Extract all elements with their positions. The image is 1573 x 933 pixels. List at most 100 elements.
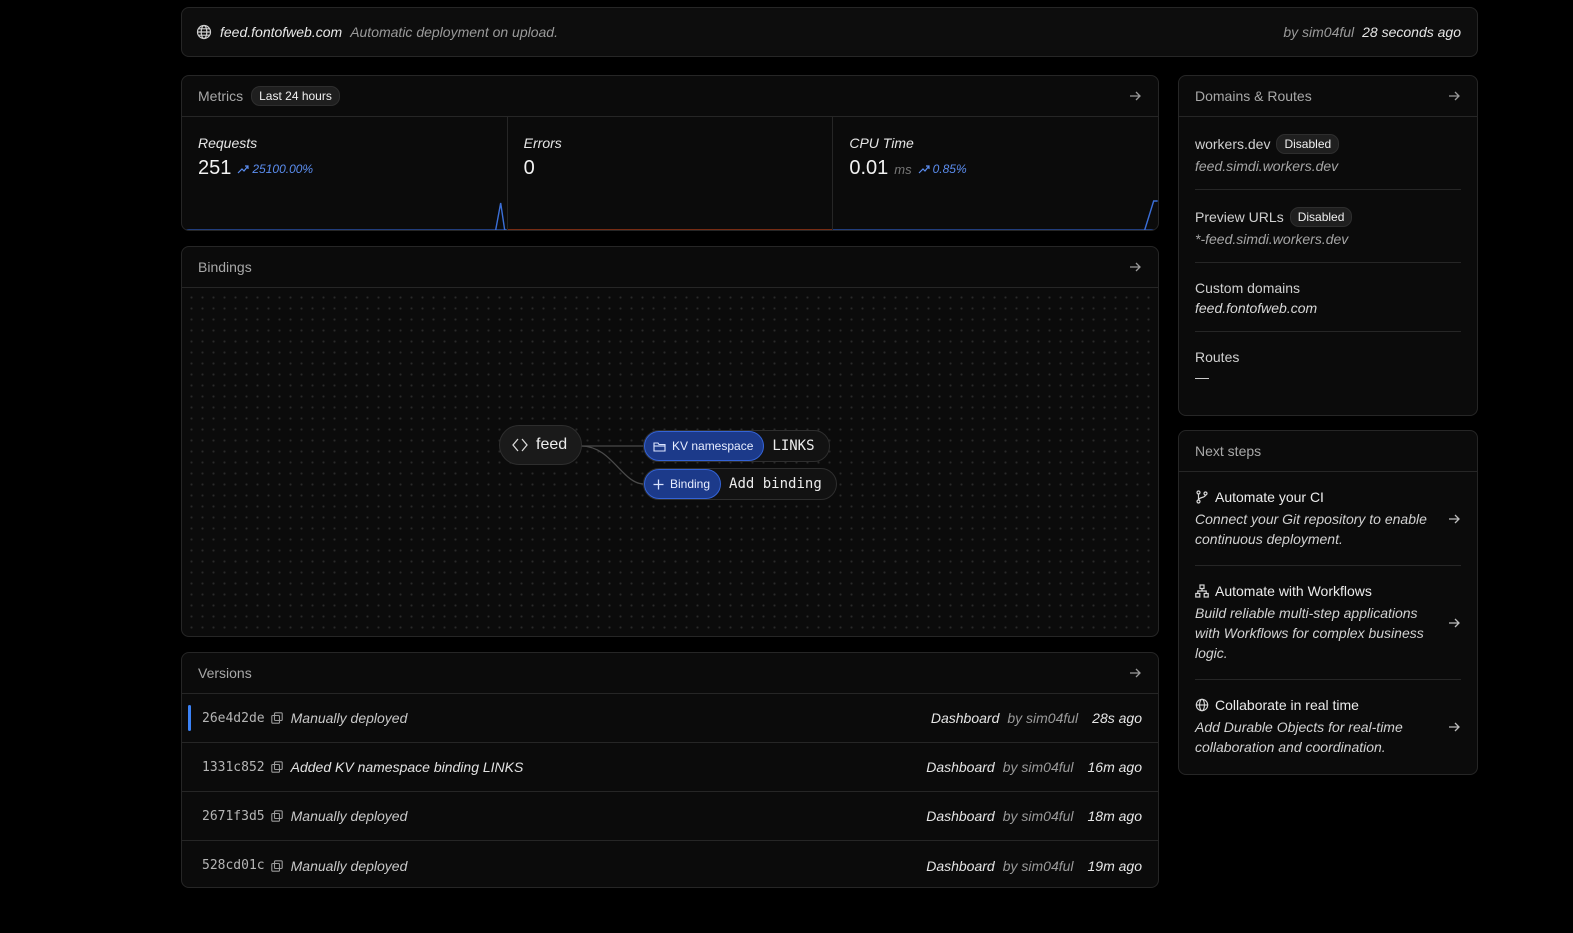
metric-value: 0 [523, 157, 535, 179]
sparkline-errors [507, 229, 833, 230]
trend-up-icon [237, 165, 249, 174]
step-description: Build reliable multi-step applications w… [1195, 605, 1424, 661]
deployment-banner: feed.fontofweb.com Automatic deployment … [181, 7, 1478, 57]
version-row[interactable]: 2671f3d5 Manually deployed Dashboard by … [182, 792, 1158, 841]
versions-header[interactable]: Versions [182, 653, 1158, 694]
step-automate-workflows[interactable]: Automate with Workflows Build reliable m… [1195, 566, 1461, 680]
metric-value: 251 [198, 157, 232, 179]
metrics-range-badge: Last 24 hours [251, 86, 340, 106]
version-author: by sim04ful [1002, 857, 1074, 874]
version-source: Dashboard [926, 857, 995, 874]
arrow-right-icon[interactable] [1128, 666, 1142, 680]
step-automate-ci[interactable]: Automate your CI Connect your Git reposi… [1195, 472, 1461, 566]
kv-binding-node[interactable]: KV namespace LINKS [643, 430, 830, 462]
worker-node[interactable]: feed [499, 425, 583, 465]
version-author: by sim04ful [1007, 710, 1079, 726]
metrics-header[interactable]: Metrics Last 24 hours [182, 76, 1158, 117]
bindings-card: Bindings feed KV namespace LINKS Binding… [181, 246, 1159, 637]
bindings-canvas[interactable]: feed KV namespace LINKS Binding Add bind… [182, 288, 1158, 636]
metrics-title: Metrics [198, 88, 244, 104]
current-version-marker [188, 705, 191, 731]
metric-requests[interactable]: Requests 251 25100.00% [182, 117, 508, 230]
deployment-time: 28 seconds ago [1362, 24, 1461, 40]
version-source: Dashboard [926, 759, 995, 775]
custom-domain-link[interactable]: feed.fontofweb.com [1195, 300, 1461, 316]
copy-icon[interactable] [270, 810, 283, 822]
metric-cpu-time[interactable]: CPU Time 0.01 ms 0.85% [833, 117, 1158, 230]
section-title: Custom domains [1195, 280, 1301, 296]
add-binding-label: Add binding [729, 476, 822, 492]
copy-icon[interactable] [270, 712, 283, 724]
preview-url[interactable]: *-feed.simdi.workers.dev [1195, 231, 1461, 247]
step-title: Collaborate in real time [1215, 697, 1359, 713]
section-title: workers.dev [1195, 136, 1271, 152]
workers-dev-url[interactable]: feed.simdi.workers.dev [1195, 158, 1461, 174]
plus-icon [653, 479, 664, 489]
arrow-right-icon[interactable] [1447, 512, 1461, 526]
step-title: Automate with Workflows [1215, 583, 1372, 599]
versions-card: Versions 26e4d2de Manually deployed Dash… [181, 652, 1159, 888]
section-title: Preview URLs [1195, 209, 1284, 225]
section-title: Routes [1195, 349, 1240, 365]
version-source: Dashboard [930, 710, 1000, 726]
add-binding-button[interactable]: Binding Add binding [643, 468, 837, 500]
next-steps-card: Next steps Automate your CI Connect your… [1178, 430, 1478, 775]
deployment-message: Automatic deployment on upload. [350, 24, 558, 40]
globe-icon [1195, 698, 1209, 712]
next-steps-header: Next steps [1179, 431, 1477, 472]
version-row[interactable]: 1331c852 Added KV namespace binding LINK… [182, 743, 1158, 792]
version-age: 19m ago [1087, 857, 1142, 874]
arrow-right-icon[interactable] [1128, 260, 1142, 274]
version-description: Manually deployed [290, 857, 408, 874]
domains-header[interactable]: Domains & Routes [1179, 76, 1477, 117]
globe-icon [196, 24, 212, 40]
binding-tag: Binding [644, 469, 722, 499]
version-description: Added KV namespace binding LINKS [290, 759, 524, 775]
copy-icon[interactable] [270, 859, 283, 872]
step-description: Add Durable Objects for real-time collab… [1195, 719, 1403, 755]
domains-routes-card: Domains & Routes workers.dev Disabled fee… [1178, 75, 1478, 416]
domains-title: Domains & Routes [1195, 88, 1312, 104]
metric-delta: 0.85% [918, 162, 967, 176]
version-row[interactable]: 528cd01c Manually deployed Dashboard by … [182, 841, 1158, 887]
version-hash: 1331c852 [202, 759, 265, 775]
version-age: 16m ago [1087, 759, 1142, 775]
worker-name: feed [536, 436, 568, 453]
version-description: Manually deployed [290, 808, 408, 824]
custom-domains-section: Custom domains feed.fontofweb.com [1195, 263, 1461, 332]
version-author: by sim04ful [1002, 808, 1074, 824]
bindings-header[interactable]: Bindings [182, 247, 1158, 288]
sparkline-requests [182, 202, 507, 230]
kv-binding-name: LINKS [772, 438, 815, 454]
step-collaborate-realtime[interactable]: Collaborate in real time Add Durable Obj… [1195, 680, 1461, 773]
metric-delta: 25100.00% [237, 162, 313, 176]
metric-errors[interactable]: Errors 0 [507, 117, 834, 230]
metrics-card: Metrics Last 24 hours Requests 251 25100… [181, 75, 1159, 231]
code-diamond-icon [512, 438, 528, 452]
bindings-title: Bindings [198, 259, 252, 275]
metric-value: 0.01 [849, 157, 889, 179]
routes-section: Routes — [1195, 332, 1461, 400]
routes-value: — [1195, 369, 1209, 385]
folder-icon [653, 441, 666, 452]
versions-title: Versions [198, 665, 252, 681]
deployment-domain-link[interactable]: feed.fontofweb.com [220, 24, 342, 40]
version-row[interactable]: 26e4d2de Manually deployed Dashboard by … [182, 694, 1158, 743]
deployment-author: by sim04ful [1283, 24, 1355, 40]
version-hash: 26e4d2de [202, 710, 265, 726]
workers-dev-section: workers.dev Disabled feed.simdi.workers.d… [1195, 117, 1461, 190]
status-badge: Disabled [1276, 134, 1340, 154]
arrow-right-icon[interactable] [1128, 89, 1142, 103]
step-title: Automate your CI [1215, 489, 1324, 505]
version-hash: 2671f3d5 [202, 808, 265, 824]
next-steps-title: Next steps [1195, 443, 1262, 459]
metric-label: Errors [523, 135, 562, 151]
arrow-right-icon[interactable] [1447, 616, 1461, 630]
binding-connectors [580, 445, 645, 485]
metric-label: CPU Time [849, 135, 914, 151]
arrow-right-icon[interactable] [1447, 720, 1461, 734]
version-age: 18m ago [1087, 808, 1142, 824]
step-description: Connect your Git repository to enable co… [1195, 511, 1427, 547]
arrow-right-icon[interactable] [1447, 89, 1461, 103]
copy-icon[interactable] [270, 761, 283, 773]
